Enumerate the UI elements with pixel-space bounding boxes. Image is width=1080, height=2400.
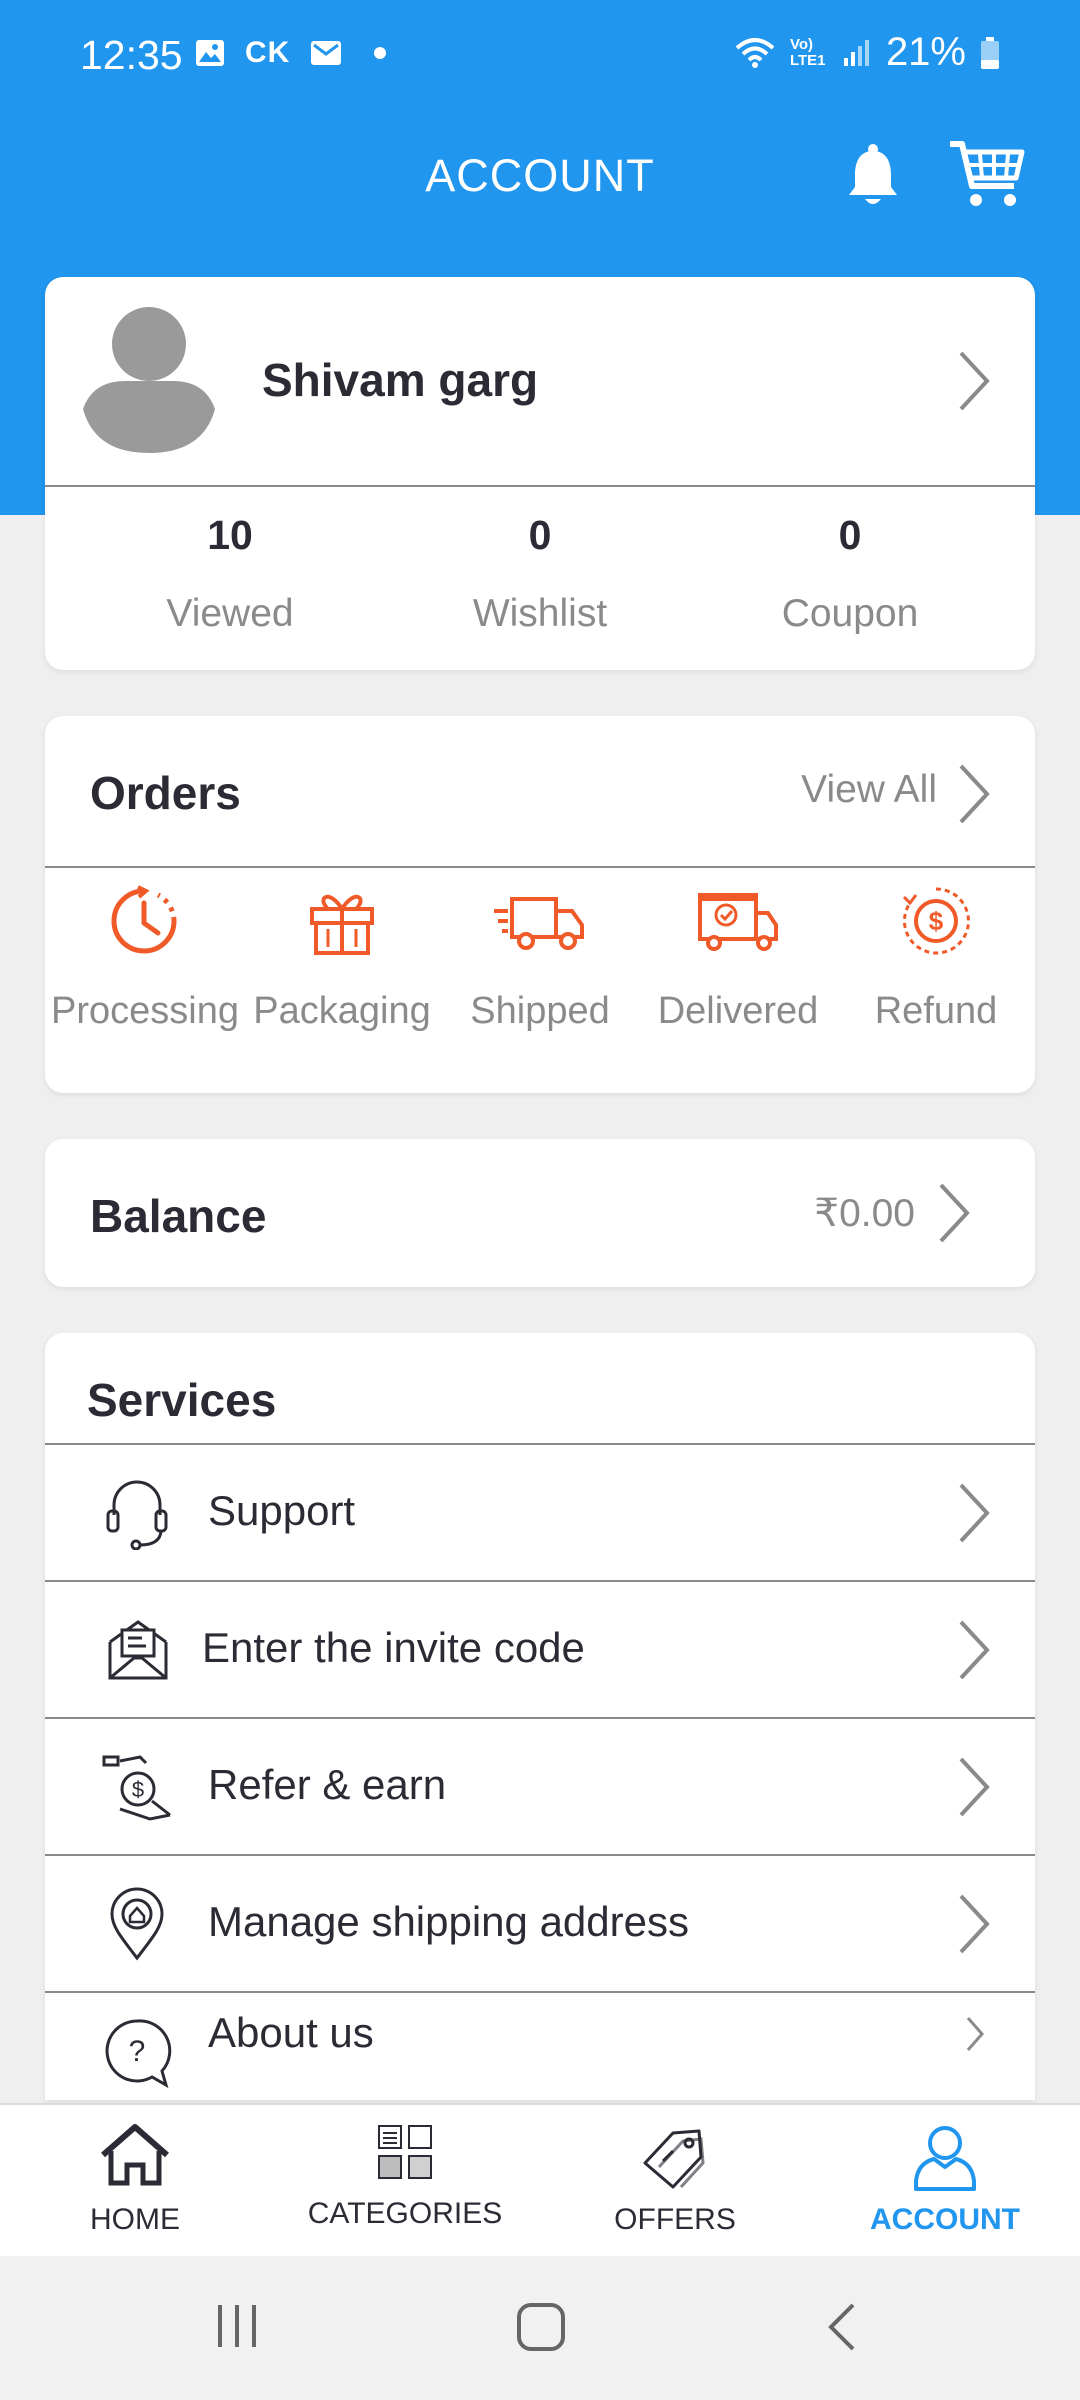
tag-icon	[643, 2129, 705, 2189]
clock-icon	[111, 885, 177, 954]
wifi-icon	[735, 37, 775, 68]
chevron-right-icon	[959, 1620, 990, 1680]
battery-icon	[981, 36, 999, 69]
divider	[45, 866, 1035, 868]
chevron-right-icon	[959, 1483, 990, 1543]
orders-card: Orders View All Processing Packaging Shi…	[45, 716, 1035, 1093]
order-status-label: Packaging	[253, 990, 431, 1032]
order-status-label: Delivered	[657, 990, 819, 1032]
refer-money-icon: $	[102, 1755, 171, 1821]
stat-value: 0	[528, 512, 552, 558]
stat-label: Coupon	[781, 592, 919, 635]
order-packaging[interactable]: Packaging	[243, 881, 441, 1037]
service-label: Support	[208, 1487, 356, 1534]
carrier-tag: CK	[245, 36, 291, 69]
service-refer-earn[interactable]: $ Refer & earn	[45, 1719, 1035, 1856]
question-bubble-icon: ?	[105, 2019, 172, 2089]
bell-icon[interactable]	[845, 143, 901, 207]
order-shipped[interactable]: Shipped	[441, 881, 639, 1037]
refund-coin-icon: $	[902, 887, 970, 955]
stat-label: Viewed	[166, 592, 294, 635]
location-pin-icon	[110, 1887, 164, 1961]
status-notification-icons: CK	[195, 36, 387, 70]
envelope-icon	[108, 1620, 168, 1680]
service-label: Enter the invite code	[202, 1624, 585, 1671]
truck-icon	[494, 897, 584, 950]
view-all-link[interactable]: View All	[801, 768, 937, 812]
profile-card: Shivam garg 10 Viewed 0 Wishlist 0 Coupo…	[45, 277, 1035, 670]
stat-viewed[interactable]: 10 Viewed	[80, 512, 380, 636]
order-processing[interactable]: Processing	[45, 881, 243, 1037]
home-icon	[101, 2124, 169, 2186]
status-bar: 12:35 CK Vo) LTE1 21%	[0, 0, 1080, 110]
nav-account[interactable]: ACCOUNT	[810, 2105, 1080, 2258]
chevron-right-icon	[939, 1183, 970, 1243]
headset-icon	[106, 1480, 168, 1550]
nav-offers[interactable]: OFFERS	[540, 2105, 810, 2258]
service-invite-code[interactable]: Enter the invite code	[45, 1582, 1035, 1719]
service-label: Manage shipping address	[208, 1898, 689, 1945]
lte-label: Vo) LTE1	[789, 35, 826, 69]
service-label: About us	[208, 2009, 374, 2056]
notification-dot-icon	[374, 47, 387, 59]
avatar	[83, 307, 215, 453]
nav-label: ACCOUNT	[870, 2203, 1020, 2236]
service-support[interactable]: Support	[45, 1445, 1035, 1582]
recent-apps-icon[interactable]	[212, 2301, 262, 2351]
gallery-icon	[196, 40, 224, 66]
status-system-icons: Vo) LTE1 21%	[734, 30, 1000, 75]
order-status-label: Refund	[874, 990, 998, 1032]
stat-coupon[interactable]: 0 Coupon	[700, 512, 1000, 636]
stat-wishlist[interactable]: 0 Wishlist	[390, 512, 690, 636]
stat-value: 0	[838, 512, 862, 558]
nav-home[interactable]: HOME	[0, 2105, 270, 2258]
chevron-right-icon	[959, 1757, 990, 1817]
cart-icon[interactable]	[948, 138, 1026, 210]
balance-card[interactable]: Balance ₹0.00	[45, 1139, 1035, 1287]
divider	[45, 485, 1035, 487]
stat-value: 10	[207, 512, 253, 558]
balance-value: ₹0.00	[814, 1192, 915, 1235]
stat-label: Wishlist	[472, 592, 608, 635]
mail-icon	[311, 41, 342, 65]
status-time: 12:35	[80, 32, 183, 78]
bottom-nav: HOME CATEGORIES OFFERS ACCOUNT	[0, 2103, 1080, 2258]
service-shipping-address[interactable]: Manage shipping address	[45, 1856, 1035, 1993]
chevron-right-icon[interactable]	[957, 762, 991, 826]
svg-text:$: $	[132, 1777, 144, 1802]
system-navigation-bar	[0, 2256, 1080, 2400]
page-title: ACCOUNT	[425, 150, 655, 201]
battery-percentage: 21%	[885, 30, 966, 74]
user-name: Shivam garg	[262, 354, 539, 406]
service-label: Refer & earn	[208, 1761, 447, 1808]
services-title: Services	[87, 1374, 277, 1426]
balance-title: Balance	[90, 1190, 267, 1242]
orders-title: Orders	[90, 767, 241, 819]
user-icon	[914, 2126, 976, 2191]
nav-label: CATEGORIES	[307, 2197, 503, 2230]
chevron-right-icon	[959, 1894, 990, 1954]
signal-icon	[843, 39, 869, 66]
order-status-label: Processing	[51, 990, 239, 1032]
order-delivered[interactable]: Delivered	[639, 881, 837, 1037]
order-status-label: Shipped	[470, 990, 610, 1032]
profile-row[interactable]: Shivam garg	[45, 277, 1035, 485]
order-refund[interactable]: $ Refund	[837, 881, 1035, 1037]
svg-text:$: $	[929, 906, 944, 936]
chevron-right-icon	[966, 2017, 984, 2051]
services-card: Services Support Enter the invite code $…	[45, 1333, 1035, 2100]
nav-categories[interactable]: CATEGORIES	[270, 2105, 540, 2258]
nav-label: OFFERS	[614, 2203, 736, 2236]
svg-text:?: ?	[129, 2035, 146, 2068]
chevron-right-icon	[959, 351, 990, 411]
service-about-us[interactable]: ? About us	[45, 1993, 1035, 2100]
nav-label: HOME	[90, 2203, 180, 2236]
back-icon[interactable]	[823, 2301, 859, 2353]
categories-icon	[378, 2125, 432, 2179]
gift-box-icon	[310, 895, 374, 955]
home-button-icon[interactable]	[515, 2301, 567, 2353]
delivered-truck-icon	[698, 893, 778, 951]
